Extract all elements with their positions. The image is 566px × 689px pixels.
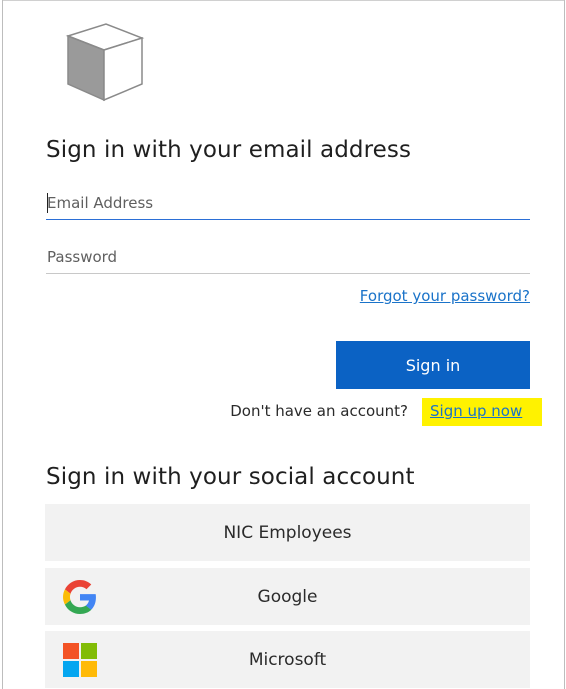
microsoft-label: Microsoft bbox=[248, 649, 327, 670]
sign-in-page: Sign in with your email address Forgot y… bbox=[0, 0, 566, 689]
nic-employees-button[interactable]: NIC Employees bbox=[45, 504, 530, 561]
frame-border bbox=[2, 0, 3, 689]
text-caret bbox=[47, 193, 48, 213]
microsoft-signin-button[interactable]: Microsoft bbox=[45, 631, 530, 688]
cube-logo-icon bbox=[65, 23, 145, 102]
no-account-prompt: Don't have an account? bbox=[230, 402, 408, 420]
frame-border bbox=[564, 0, 565, 689]
google-signin-button[interactable]: Google bbox=[45, 568, 530, 625]
sign-in-button[interactable]: Sign in bbox=[336, 341, 530, 389]
social-signin-heading: Sign in with your social account bbox=[46, 464, 415, 490]
nic-employees-label: NIC Employees bbox=[223, 522, 352, 543]
forgot-password-link[interactable]: Forgot your password? bbox=[360, 287, 530, 305]
email-address-input[interactable] bbox=[46, 186, 530, 220]
sign-up-link[interactable]: Sign up now bbox=[430, 402, 522, 420]
frame-border bbox=[2, 0, 565, 1]
password-input[interactable] bbox=[46, 240, 530, 274]
email-signin-heading: Sign in with your email address bbox=[46, 137, 412, 163]
google-label: Google bbox=[257, 586, 318, 607]
